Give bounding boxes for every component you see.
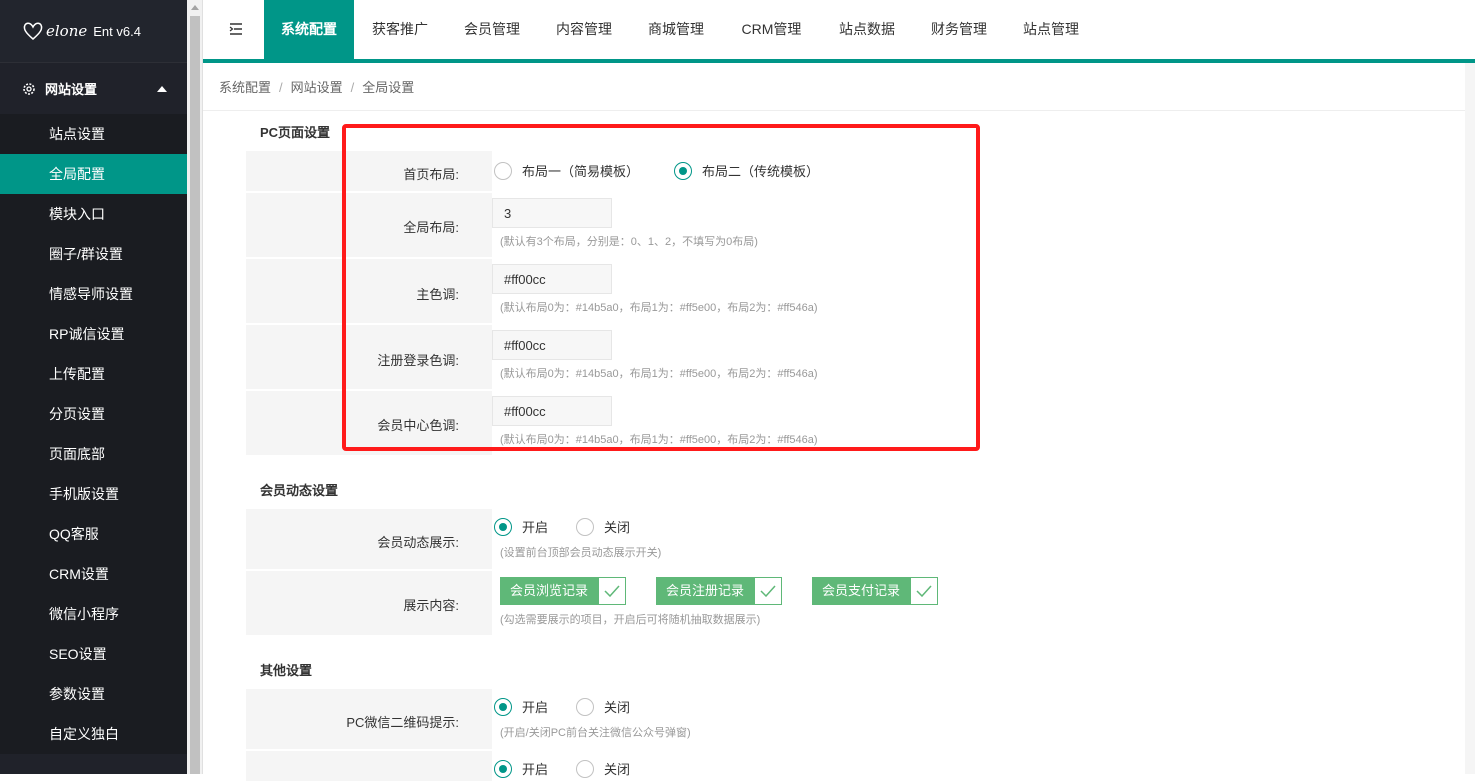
radio-label: 开启 — [522, 762, 549, 777]
radio-circle[interactable] — [576, 759, 594, 778]
gear-icon — [23, 82, 35, 95]
sidebar-item-global-config[interactable]: 全局配置 — [0, 154, 187, 194]
radio-circle[interactable] — [576, 697, 594, 716]
radio-label: 关闭 — [604, 520, 631, 535]
radio-label: 开启 — [522, 520, 549, 535]
radio-label: 开启 — [522, 700, 549, 715]
radio-dynamic-off[interactable]: 关闭 — [576, 517, 630, 536]
checkbox-register-record[interactable]: 会员注册记录 — [656, 577, 783, 605]
sidebar-item-circle-settings[interactable]: 圈子/群设置 — [0, 234, 187, 274]
sidebar-item-emotion-mentor[interactable]: 情感导师设置 — [0, 274, 187, 314]
wechat-qr-label: PC微信二维码提示: — [346, 715, 459, 730]
section-title-other: 其他设置 — [260, 663, 313, 678]
sidebar-item-wechat-mini[interactable]: 微信小程序 — [0, 594, 187, 634]
sidebar-item-crm[interactable]: CRM设置 — [0, 554, 187, 594]
divider — [203, 110, 1465, 111]
radio-circle[interactable] — [576, 517, 594, 536]
check-icon — [916, 585, 932, 597]
breadcrumb: 系统配置 / 网站设置 / 全局设置 — [219, 80, 415, 95]
sidebar-item-seo[interactable]: SEO设置 — [0, 634, 187, 674]
sidebar-item-monologue[interactable]: 自定义独白 — [0, 714, 187, 754]
sidebar-item-qq-service[interactable]: QQ客服 — [0, 514, 187, 554]
breadcrumb-item[interactable]: 系统配置 — [219, 80, 271, 95]
sidebar: elone Ent v6.4 网站设置 站点设置 全局配置 模块入口 圈子/群设… — [0, 0, 187, 774]
scroll-up-icon[interactable] — [191, 5, 199, 10]
check-icon — [604, 585, 620, 597]
nav-tab-content-management[interactable]: 内容管理 — [538, 0, 630, 59]
section-title-pc: PC页面设置 — [260, 125, 331, 140]
check-icon — [760, 585, 776, 597]
sidebar-item-page-footer[interactable]: 页面底部 — [0, 434, 187, 474]
radio-circle-checked[interactable] — [494, 697, 512, 716]
checkbox-browse-record[interactable]: 会员浏览记录 — [500, 577, 627, 605]
brand-version: Ent v6.4 — [93, 23, 141, 39]
brand-script: elone — [46, 22, 88, 40]
nav-tab-member-management[interactable]: 会员管理 — [446, 0, 538, 59]
radio-label: 关闭 — [604, 762, 631, 777]
nav-tab-system-config[interactable]: 系统配置 — [264, 0, 354, 59]
nav-tab-finance[interactable]: 财务管理 — [913, 0, 1005, 59]
wechat-qr-hint: (开启/关闭PC前台关注微信公众号弹窗) — [500, 727, 691, 739]
heart-logo-icon — [23, 22, 43, 40]
checkbox-payment-record[interactable]: 会员支付记录 — [812, 577, 939, 605]
display-content-hint: (勾选需要展示的项目，开启后可将随机抽取数据展示) — [500, 614, 761, 626]
menu-toggle-icon[interactable] — [229, 22, 243, 36]
checkbox-label: 会员支付记录 — [812, 577, 911, 605]
radio-next-on[interactable]: 开启 — [494, 759, 548, 778]
sidebar-item-upload-config[interactable]: 上传配置 — [0, 354, 187, 394]
sidebar-item-module-entry[interactable]: 模块入口 — [0, 194, 187, 234]
dynamic-show-label: 会员动态展示: — [377, 535, 459, 550]
scrollbar-thumb[interactable] — [190, 16, 200, 774]
section-title-dynamic: 会员动态设置 — [260, 483, 339, 498]
nav-tab-customer-acquisition[interactable]: 获客推广 — [354, 0, 446, 59]
nav-tab-site-data[interactable]: 站点数据 — [821, 0, 913, 59]
sidebar-item-params[interactable]: 参数设置 — [0, 674, 187, 714]
top-nav: 系统配置 获客推广 会员管理 内容管理 商城管理 CRM管理 站点数据 财务管理… — [203, 0, 1475, 63]
radio-circle-checked[interactable] — [494, 759, 512, 778]
radio-label: 关闭 — [604, 700, 631, 715]
sidebar-section-label: 网站设置 — [45, 82, 98, 97]
checkbox-label: 会员注册记录 — [656, 577, 755, 605]
radio-dynamic-on[interactable]: 开启 — [494, 517, 548, 536]
nav-tab-mall-management[interactable]: 商城管理 — [630, 0, 722, 59]
dynamic-show-hint: (设置前台顶部会员动态展示开关) — [500, 547, 662, 559]
highlight-box — [342, 124, 980, 451]
radio-wechat-qr-off[interactable]: 关闭 — [576, 697, 630, 716]
breadcrumb-current: 全局设置 — [362, 80, 415, 95]
sidebar-item-rp-credit[interactable]: RP诚信设置 — [0, 314, 187, 354]
sidebar-section-website-settings[interactable]: 网站设置 — [0, 62, 187, 114]
caret-up-icon — [157, 85, 167, 92]
sidebar-item-site-settings[interactable]: 站点设置 — [0, 114, 187, 154]
sidebar-scrollbar[interactable] — [187, 0, 203, 774]
radio-next-off[interactable]: 关闭 — [576, 759, 630, 778]
breadcrumb-item[interactable]: 网站设置 — [291, 80, 343, 95]
checkbox-label: 会员浏览记录 — [500, 577, 599, 605]
nav-tab-site-management[interactable]: 站点管理 — [1005, 0, 1097, 59]
display-content-label: 展示内容: — [403, 598, 459, 613]
radio-wechat-qr-on[interactable]: 开启 — [494, 697, 548, 716]
content-scrollbar[interactable] — [1465, 63, 1475, 774]
sidebar-item-pagination[interactable]: 分页设置 — [0, 394, 187, 434]
nav-tab-crm-management[interactable]: CRM管理 — [722, 0, 821, 59]
sidebar-item-mobile[interactable]: 手机版设置 — [0, 474, 187, 514]
brand-logo[interactable]: elone Ent v6.4 — [0, 0, 187, 62]
radio-circle-checked[interactable] — [494, 517, 512, 536]
